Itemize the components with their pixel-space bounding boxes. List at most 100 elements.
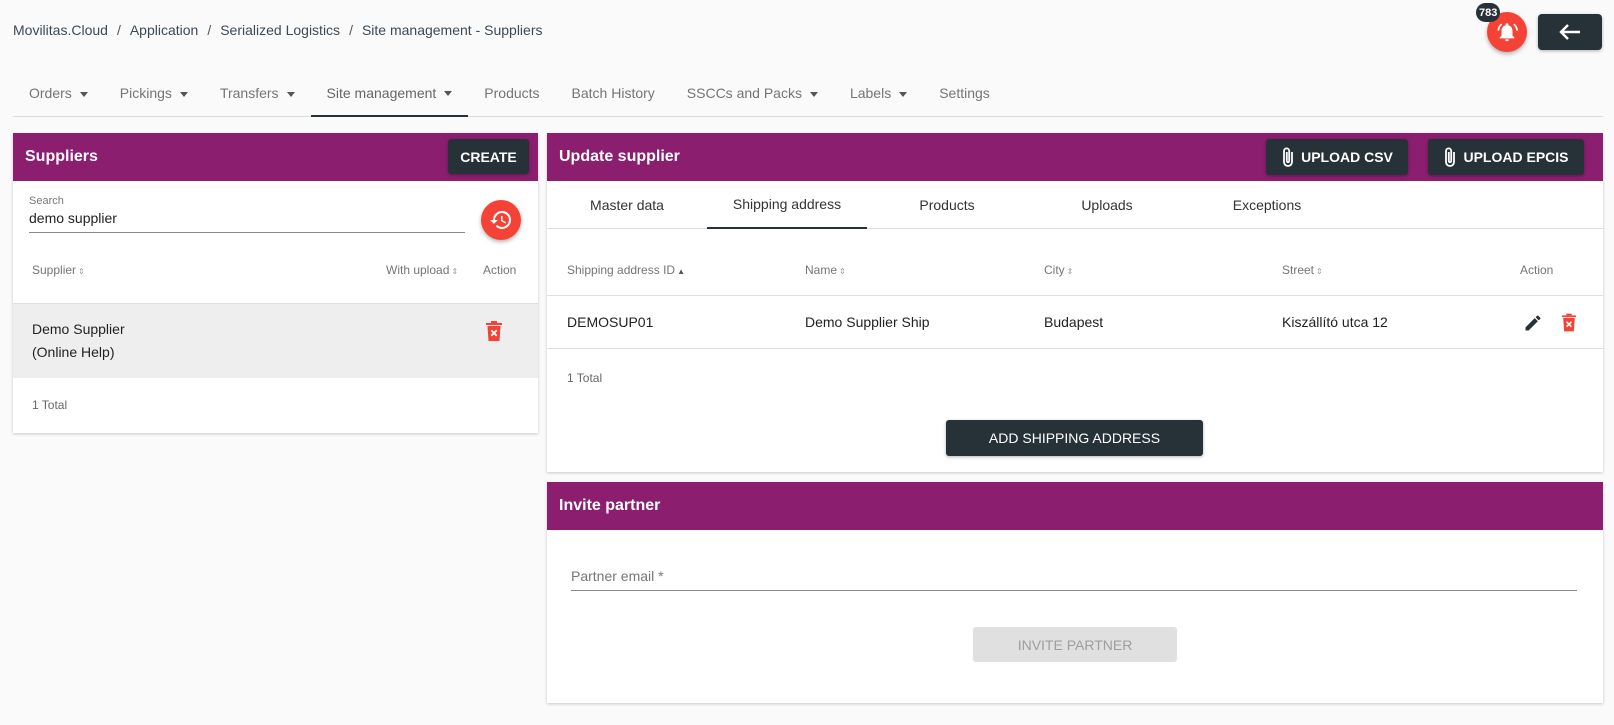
column-label: Supplier <box>32 263 77 277</box>
tab-exceptions[interactable]: Exceptions <box>1187 181 1347 228</box>
suppliers-header: Suppliers CREATE <box>13 133 538 181</box>
arrow-left-icon <box>1559 24 1580 40</box>
supplier-name: Demo Supplier (Online Help) <box>32 318 125 364</box>
suppliers-panel: Suppliers CREATE Search demo supplier Su… <box>13 133 538 433</box>
total-count: 1 Total <box>32 398 68 412</box>
panel-title: Invite partner <box>559 497 661 514</box>
cell-name: Demo Supplier Ship <box>805 314 930 330</box>
update-supplier-header: Update supplier UPLOAD CSV UPLOAD EPCIS <box>547 133 1603 181</box>
table-row[interactable]: Demo Supplier (Online Help) <box>13 303 538 378</box>
column-header-street[interactable]: Street ⇕ <box>1282 263 1323 277</box>
update-supplier-panel: Update supplier UPLOAD CSV UPLOAD EPCIS … <box>547 133 1603 472</box>
partner-email-field[interactable]: Partner email * <box>571 568 1577 591</box>
sort-icon: ⇕ <box>1066 267 1074 276</box>
breadcrumb-home[interactable]: Movilitas.Cloud <box>13 22 108 38</box>
cell-city: Budapest <box>1044 314 1104 330</box>
column-header-city[interactable]: City ⇕ <box>1044 263 1073 277</box>
reset-search-button[interactable] <box>481 200 521 240</box>
delete-icon <box>486 321 502 341</box>
column-label: Shipping address ID <box>567 263 676 277</box>
search-label: Search <box>29 195 64 207</box>
sort-ascending-icon: ▲ <box>677 267 685 276</box>
nav-tab-settings[interactable]: Settings <box>923 70 1006 116</box>
column-label: Name <box>805 263 838 277</box>
breadcrumb: Movilitas.Cloud / Application / Serializ… <box>13 22 543 38</box>
total-count: 1 Total <box>567 371 603 385</box>
nav-tab-label: Pickings <box>119 85 172 101</box>
notification-count-badge: 783 <box>1476 3 1501 22</box>
button-label: UPLOAD CSV <box>1301 149 1393 165</box>
invite-partner-button[interactable]: INVITE PARTNER <box>973 627 1177 662</box>
nav-tab-ssccs-and-packs[interactable]: SSCCs and Packs <box>671 70 834 116</box>
sort-icon: ⇕ <box>1316 267 1323 276</box>
column-header-with-upload[interactable]: With upload ⇕ <box>386 263 458 277</box>
nav-tab-orders[interactable]: Orders <box>13 70 104 116</box>
invite-partner-panel: Invite partner Partner email * INVITE PA… <box>547 482 1603 703</box>
delete-button[interactable] <box>1561 313 1577 337</box>
panel-title: Suppliers <box>25 148 98 165</box>
invite-partner-header: Invite partner <box>547 482 1603 530</box>
sort-icon: ⇕ <box>451 267 459 276</box>
paperclip-icon <box>1445 147 1456 167</box>
nav-tab-transfers[interactable]: Transfers <box>204 70 311 116</box>
nav-tab-pickings[interactable]: Pickings <box>104 70 204 116</box>
column-header-supplier[interactable]: Supplier ⇕ <box>32 263 85 277</box>
button-label: UPLOAD EPCIS <box>1463 149 1569 165</box>
breadcrumb-separator: / <box>207 22 212 38</box>
column-label: City <box>1044 263 1065 277</box>
bell-icon <box>1497 23 1518 42</box>
row-divider <box>547 295 1603 296</box>
add-shipping-address-button[interactable]: ADD SHIPPING ADDRESS <box>946 420 1203 456</box>
column-header-action: Action <box>483 263 517 277</box>
caret-down-icon <box>809 91 818 97</box>
breadcrumb-application[interactable]: Application <box>130 22 199 38</box>
sort-icon: ⇕ <box>78 267 85 276</box>
nav-tab-labels[interactable]: Labels <box>834 70 923 116</box>
column-label: With upload <box>386 263 450 277</box>
nav-tab-label: Batch History <box>571 85 655 101</box>
nav-tab-site-management[interactable]: Site management <box>310 70 469 117</box>
breadcrumb-serialized-logistics[interactable]: Serialized Logistics <box>220 22 340 38</box>
column-label: Street <box>1282 263 1315 277</box>
caret-down-icon <box>444 91 453 96</box>
breadcrumb-separator: / <box>349 22 353 38</box>
nav-tab-label: Products <box>484 85 540 101</box>
cell-shipping-address-id: DEMOSUP01 <box>567 314 654 330</box>
back-button[interactable] <box>1538 14 1602 50</box>
tab-master-data[interactable]: Master data <box>547 181 707 228</box>
cell-street: Kiszállító utca 12 <box>1282 314 1388 330</box>
tab-uploads[interactable]: Uploads <box>1027 181 1187 228</box>
column-header-name[interactable]: Name ⇕ <box>805 263 846 277</box>
supplier-name-line: Demo Supplier <box>32 321 125 337</box>
nav-tab-label: Site management <box>326 84 437 101</box>
nav-tab-products[interactable]: Products <box>468 70 555 116</box>
pencil-icon <box>1525 315 1541 331</box>
nav-tab-label: Orders <box>29 85 72 101</box>
nav-tab-label: Transfers <box>219 85 279 101</box>
caret-down-icon <box>286 91 295 97</box>
tab-products[interactable]: Products <box>867 181 1027 228</box>
search-value: demo supplier <box>29 210 117 226</box>
nav-tab-batch-history[interactable]: Batch History <box>556 70 671 116</box>
column-header-action: Action <box>1520 263 1554 277</box>
upload-csv-button[interactable]: UPLOAD CSV <box>1266 139 1408 175</box>
tab-shipping-address[interactable]: Shipping address <box>707 181 867 229</box>
paperclip-icon <box>1283 147 1293 167</box>
supplier-name-line: (Online Help) <box>32 344 115 360</box>
edit-button[interactable] <box>1523 313 1543 338</box>
caret-down-icon <box>179 91 188 97</box>
history-icon <box>490 210 512 229</box>
nav-tab-label: SSCCs and Packs <box>686 85 802 101</box>
panel-title: Update supplier <box>559 148 680 165</box>
nav-tab-label: Settings <box>939 85 990 101</box>
nav-tab-label: Labels <box>849 85 892 101</box>
column-header-shipping-address-id[interactable]: Shipping address ID ▲ <box>567 263 685 277</box>
search-input[interactable]: Search demo supplier <box>29 195 465 233</box>
caret-down-icon <box>79 91 88 97</box>
upload-epcis-button[interactable]: UPLOAD EPCIS <box>1428 139 1584 175</box>
main-nav-tabs: Orders Pickings Transfers Site managemen… <box>13 70 1603 117</box>
delete-button[interactable] <box>485 321 503 346</box>
create-button[interactable]: CREATE <box>448 139 529 174</box>
delete-icon <box>1561 313 1577 332</box>
breadcrumb-separator: / <box>116 22 121 38</box>
